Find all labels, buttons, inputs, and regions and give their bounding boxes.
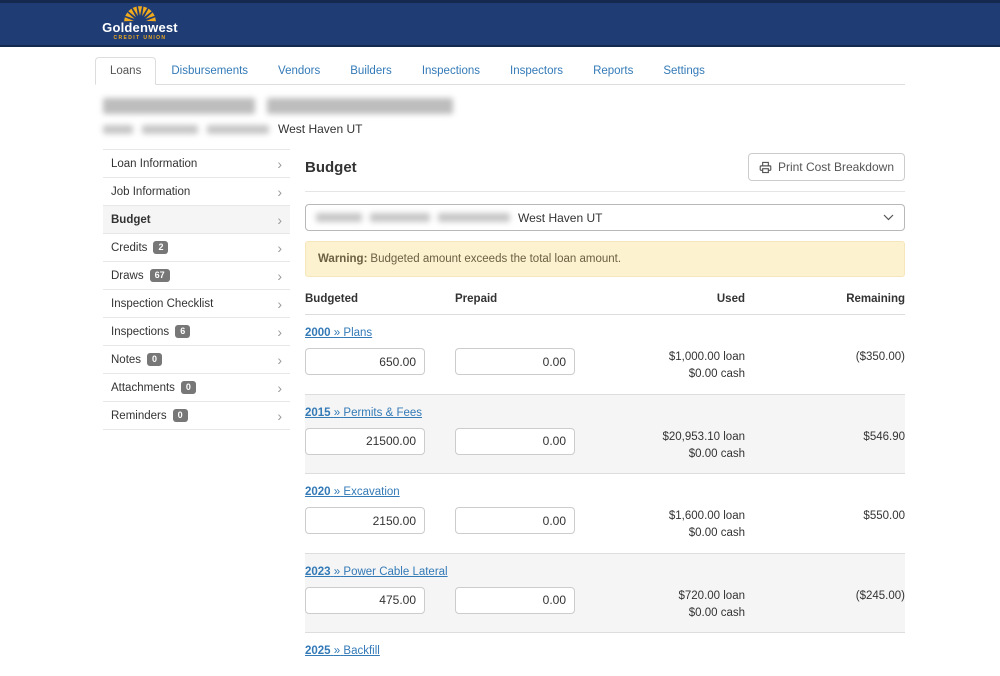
budget-row: 2023 » Power Cable Lateral $720.00 loan … [305,554,905,634]
chevron-right-icon: › [277,383,282,393]
remaining-amount: $546.90 [745,428,905,443]
count-badge: 67 [150,269,170,282]
sidebar-item-draws[interactable]: Draws 67 › [103,262,290,290]
chevron-right-icon: › [277,271,282,281]
prepaid-input[interactable] [455,507,575,534]
remaining-amount: ($245.00) [745,587,905,602]
count-badge: 6 [175,325,190,338]
chevron-right-icon: › [277,243,282,253]
printer-icon [759,161,772,174]
brand-logo: Goldenwest CREDIT UNION [98,5,182,41]
print-button-label: Print Cost Breakdown [778,160,894,174]
remaining-amount: ($350.00) [745,348,905,363]
loan-sidebar: Loan Information › Job Information › Bud… [103,149,290,676]
budgeted-input[interactable] [305,428,425,455]
chevron-right-icon: › [277,355,282,365]
column-header-remaining: Remaining [745,293,905,305]
redacted-text [438,213,510,222]
column-header-used: Used [605,293,745,305]
chevron-right-icon: › [277,159,282,169]
tab-builders[interactable]: Builders [335,57,407,85]
loan-location: West Haven UT [278,122,362,136]
used-amounts: $1,600.00 loan $0.00 cash [605,507,745,543]
budget-table-header: Budgeted Prepaid Used Remaining [305,293,905,315]
brand-tagline: CREDIT UNION [98,36,182,41]
loan-header: West Haven UT [95,98,905,136]
sidebar-item-attachments[interactable]: Attachments 0 › [103,374,290,402]
tab-inspectors[interactable]: Inspectors [495,57,578,85]
budget-row: 2015 » Permits & Fees $20,953.10 loan $0… [305,395,905,475]
tab-inspections[interactable]: Inspections [407,57,495,85]
chevron-right-icon: › [277,327,282,337]
budgeted-input[interactable] [305,587,425,614]
count-badge: 0 [181,381,196,394]
chevron-right-icon: › [277,187,282,197]
used-amounts: $20,953.10 loan $0.00 cash [605,428,745,464]
warning-text: Budgeted amount exceeds the total loan a… [370,253,621,265]
used-amounts: $720.00 loan $0.00 cash [605,587,745,623]
budget-line-link[interactable]: 2023 » Power Cable Lateral [305,566,448,578]
tab-settings[interactable]: Settings [648,57,720,85]
loan-subtitle: West Haven UT [103,122,905,136]
redacted-text [267,98,453,114]
budget-row: 2025 » Backfill [305,633,905,676]
sidebar-item-reminders[interactable]: Reminders 0 › [103,402,290,430]
brand-name: Goldenwest [98,21,182,34]
budget-warning-alert: Warning:Budgeted amount exceeds the tota… [305,241,905,277]
budget-table: Budgeted Prepaid Used Remaining 2000 » P… [305,293,905,676]
remaining-amount: $550.00 [745,507,905,522]
warning-label: Warning: [318,253,367,265]
redacted-text [207,125,269,134]
budget-line-link[interactable]: 2025 » Backfill [305,645,380,657]
sidebar-list: Loan Information › Job Information › Bud… [103,149,290,430]
prepaid-input[interactable] [455,587,575,614]
chevron-right-icon: › [277,411,282,421]
sidebar-item-credits[interactable]: Credits 2 › [103,234,290,262]
chevron-right-icon: › [277,299,282,309]
redacted-text [316,213,362,222]
redacted-loan-title [103,98,905,114]
prepaid-input[interactable] [455,348,575,375]
redacted-text [103,98,255,114]
budget-row: 2000 » Plans $1,000.00 loan $0.00 cash (… [305,315,905,395]
sidebar-item-inspections[interactable]: Inspections 6 › [103,318,290,346]
tab-disbursements[interactable]: Disbursements [156,57,263,85]
chevron-right-icon: › [277,215,282,225]
budget-rows: 2000 » Plans $1,000.00 loan $0.00 cash (… [305,315,905,676]
sidebar-item-job-information[interactable]: Job Information › [103,178,290,206]
selected-loan-location: West Haven UT [518,211,602,225]
count-badge: 0 [173,409,188,422]
tab-bar: LoansDisbursementsVendorsBuildersInspect… [95,57,905,85]
count-badge: 0 [147,353,162,366]
chevron-down-icon [883,214,894,221]
redacted-text [370,213,430,222]
budget-line-link[interactable]: 2000 » Plans [305,327,372,339]
tab-loans[interactable]: Loans [95,57,156,85]
column-header-prepaid: Prepaid [455,293,605,305]
top-navbar: Goldenwest CREDIT UNION [0,0,1000,47]
count-badge: 2 [153,241,168,254]
budget-line-link[interactable]: 2020 » Excavation [305,486,400,498]
sidebar-item-budget[interactable]: Budget › [103,206,290,234]
sidebar-item-inspection-checklist[interactable]: Inspection Checklist › [103,290,290,318]
sidebar-item-loan-information[interactable]: Loan Information › [103,150,290,178]
redacted-text [142,125,198,134]
page-title: Budget [305,159,357,176]
prepaid-input[interactable] [455,428,575,455]
redacted-text [103,125,133,134]
tab-reports[interactable]: Reports [578,57,648,85]
tab-vendors[interactable]: Vendors [263,57,335,85]
budget-row: 2020 » Excavation $1,600.00 loan $0.00 c… [305,474,905,554]
used-amounts: $1,000.00 loan $0.00 cash [605,348,745,384]
print-cost-breakdown-button[interactable]: Print Cost Breakdown [748,153,905,181]
sidebar-item-notes[interactable]: Notes 0 › [103,346,290,374]
budgeted-input[interactable] [305,348,425,375]
budget-panel: Budget Print Cost Breakdown W [305,149,905,676]
budget-line-link[interactable]: 2015 » Permits & Fees [305,407,422,419]
budgeted-input[interactable] [305,507,425,534]
loan-selector-dropdown[interactable]: West Haven UT [305,204,905,231]
column-header-budgeted: Budgeted [305,293,455,305]
